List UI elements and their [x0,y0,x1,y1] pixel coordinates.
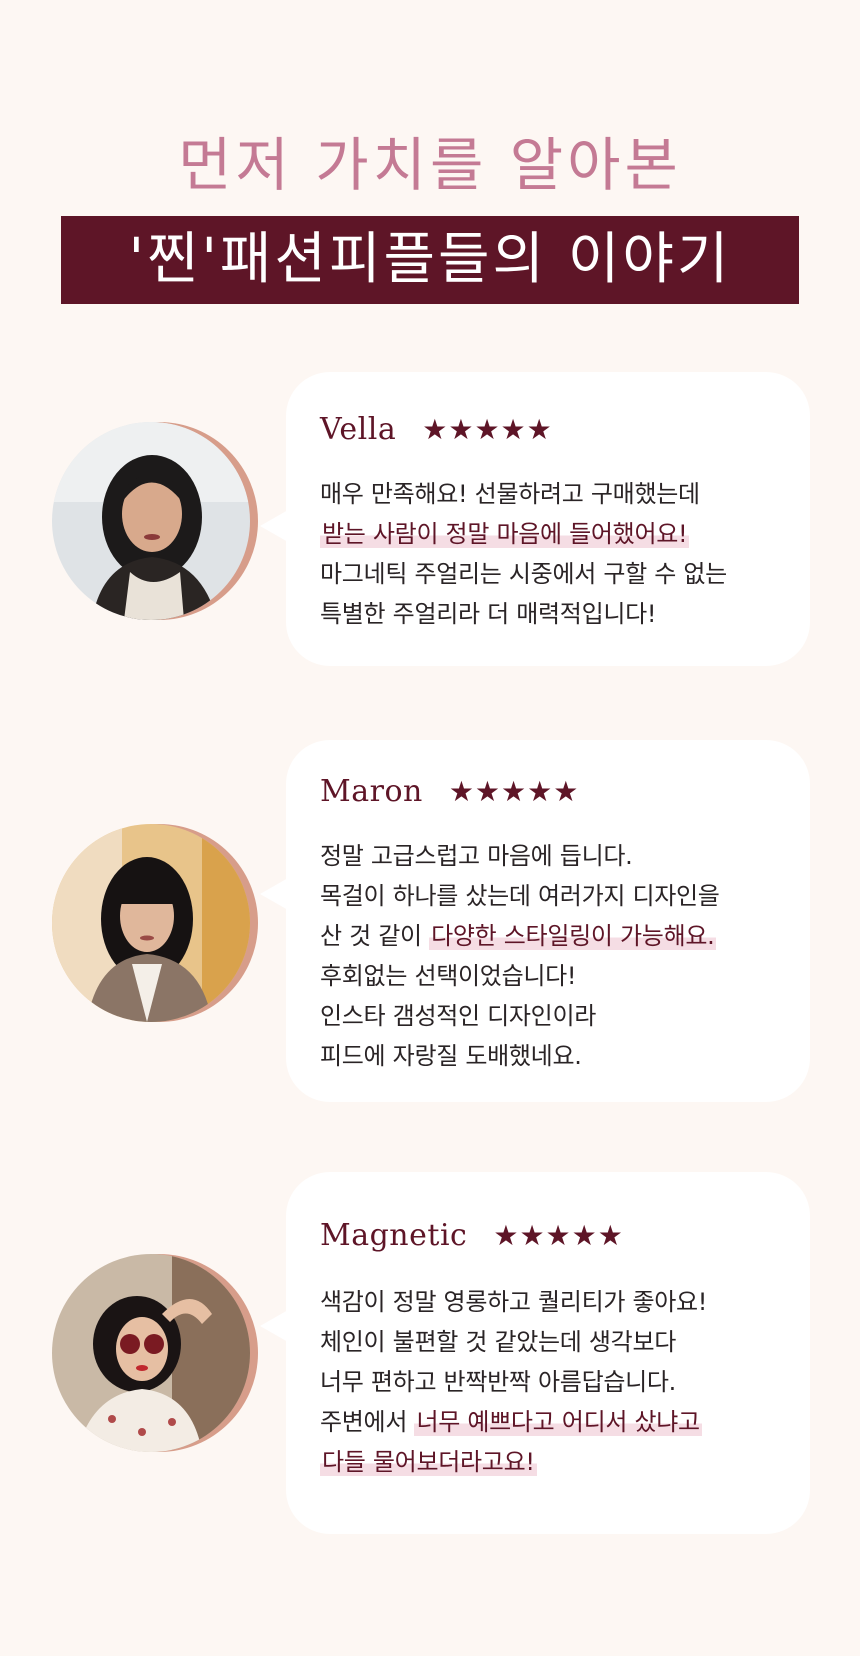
star-rating: ★★★★★ [422,413,553,446]
review-bubble: Vella ★★★★★ 매우 만족해요! 선물하려고 구매했는데 받는 사람이 … [260,372,810,666]
review-line: 후회없는 선택이었습니다! [320,962,577,990]
review-line: 받는 사람이 정말 마음에 들어했어요! [320,514,727,554]
review-line: 산 것 같이 다양한 스타일링이 가능해요. [320,922,717,950]
avatar-photo [52,422,250,620]
review-bubble: Maron ★★★★★ 정말 고급스럽고 마음에 듭니다. 목걸이 하나를 샀는… [260,740,810,1102]
review-text: 매우 만족해요! 선물하려고 구매했는데 받는 사람이 정말 마음에 들어했어요… [320,474,727,634]
reviewer-name: Vella [320,412,397,447]
review-line: 너무 편하고 반짝반짝 아름답습니다. [320,1368,677,1396]
highlight-text: 너무 예쁘다고 어디서 샀냐고 [414,1408,702,1436]
avatar-photo [52,1254,250,1452]
review-line: 색감이 정말 영롱하고 퀄리티가 좋아요! [320,1288,708,1316]
review-line: 마그네틱 주얼리는 시중에서 구할 수 없는 [320,560,727,588]
review-bubble: Magnetic ★★★★★ 색감이 정말 영롱하고 퀄리티가 좋아요! 체인이… [260,1172,810,1534]
reviewer-avatar [52,422,258,627]
avatar-photo [52,824,250,1022]
review-line: 정말 고급스럽고 마음에 듭니다. [320,842,633,870]
review-line: 인스타 갬성적인 디자인이라 [320,1002,597,1030]
highlight-text: 다들 물어보더라고요! [320,1448,537,1476]
review-line: 목걸이 하나를 샀는데 여러가지 디자인을 [320,882,720,910]
reviewer-avatar [52,1254,258,1459]
highlight-text: 받는 사람이 정말 마음에 들어했어요! [320,520,690,548]
review-line: 주변에서 너무 예쁘다고 어디서 샀냐고 [320,1408,702,1436]
review-line: 체인이 불편할 것 같았는데 생각보다 [320,1328,677,1356]
highlight-text: 다양한 스타일링이 가능해요. [429,922,717,950]
star-rating: ★★★★★ [448,775,580,808]
star-rating: ★★★★★ [493,1219,624,1252]
reviewer-name: Maron [320,774,423,809]
review-line: 특별한 주얼리라 더 매력적입니다! [320,600,657,628]
reviewer-name: Magnetic [320,1218,468,1253]
reviewer-avatar [52,824,258,1029]
review-line: 매우 만족해요! 선물하려고 구매했는데 [320,480,700,508]
header-subtitle: 먼저 가치를 알아본 [178,131,682,199]
review-line: 다들 물어보더라고요! [320,1442,707,1482]
review-text: 색감이 정말 영롱하고 퀄리티가 좋아요! 체인이 불편할 것 같았는데 생각보… [320,1282,707,1482]
review-line: 피드에 자랑질 도배했네요. [320,1042,582,1070]
review-text: 정말 고급스럽고 마음에 듭니다. 목걸이 하나를 샀는데 여러가지 디자인을 … [320,836,720,1076]
header-title: '찐'패션피플들의 이야기 [61,216,799,304]
